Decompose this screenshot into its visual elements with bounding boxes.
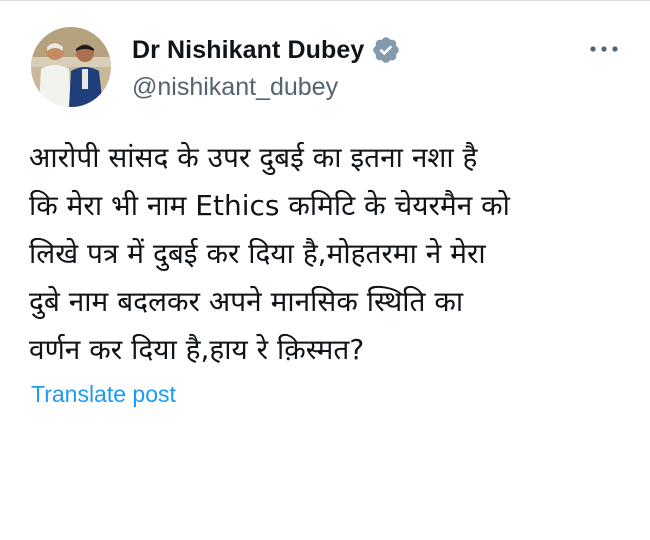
translate-post-link[interactable]: Translate post [31,381,176,408]
more-horizontal-icon [590,46,618,52]
avatar[interactable] [31,27,111,107]
author-name-row: Dr Nishikant Dubey [132,33,401,67]
tweet-text-line: वर्णन कर दिया है,हाय रे क़िस्मत? [29,333,365,366]
tweet-text-line: आरोपी सांसद के उपर दुबई का इतना नशा है [29,141,478,174]
verified-badge-icon[interactable] [371,35,401,65]
tweet-text-line: दुबे नाम बदलकर अपने मानसिक स्थिति का [29,285,464,318]
author-display-name[interactable]: Dr Nishikant Dubey [132,36,364,65]
author-handle[interactable]: @nishikant_dubey [132,73,338,102]
tweet-card[interactable]: Dr Nishikant Dubey @nishikant_dubey आरोप… [0,0,650,540]
more-options-button[interactable] [584,35,624,63]
tweet-text-line: कि मेरा भी नाम Ethics कमिटि के चेयरमैन क… [29,189,510,222]
tweet-text-line: लिखे पत्र में दुबई कर दिया है,मोहतरमा ने… [29,237,486,270]
tweet-text: आरोपी सांसद के उपर दुबई का इतना नशा है क… [29,134,629,374]
